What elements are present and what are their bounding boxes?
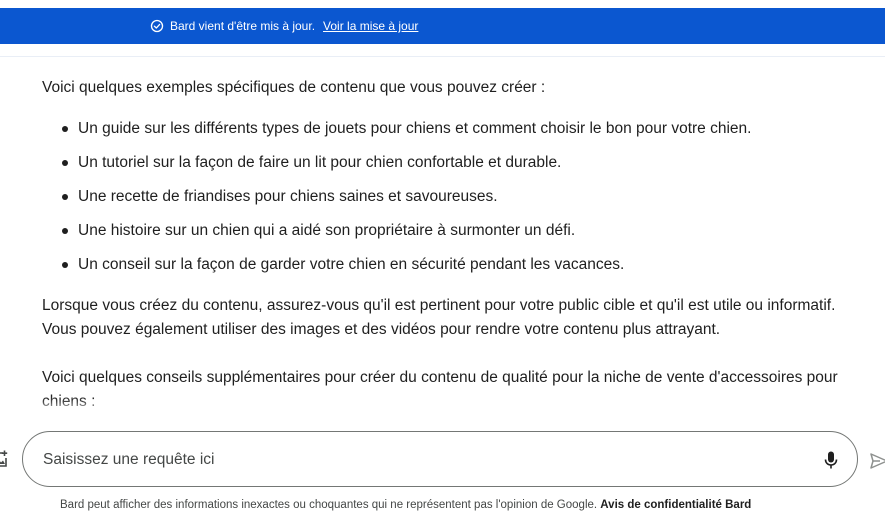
paragraph-tips: Voici quelques conseils supplémentaires … [42, 369, 838, 410]
list-item: Une recette de friandises pour chiens sa… [42, 180, 862, 214]
list-item: Un conseil sur la façon de garder votre … [42, 248, 862, 282]
check-circle-icon [150, 19, 164, 33]
list-item: Une histoire sur un chien qui a aidé son… [42, 214, 862, 248]
disclaimer-text: Bard peut afficher des informations inex… [60, 499, 598, 511]
prompt-input[interactable]: Saisissez une requête ici [22, 431, 858, 487]
update-banner: Bard vient d'être mis à jour. Voir la mi… [0, 8, 885, 44]
paragraph-relevance: Lorsque vous créez du contenu, assurez-v… [42, 297, 836, 338]
intro-text: Voici quelques exemples spécifiques de c… [42, 79, 546, 96]
header-divider [0, 56, 885, 57]
top-strip [0, 0, 885, 8]
list-item: Un guide sur les différents types de jou… [42, 112, 862, 146]
view-update-link[interactable]: Voir la mise à jour [323, 19, 418, 33]
list-item: Un tutoriel sur la façon de faire un lit… [42, 146, 862, 180]
disclaimer-footer: Bard peut afficher des informations inex… [60, 499, 751, 511]
add-image-icon[interactable] [0, 450, 8, 468]
microphone-icon[interactable] [821, 450, 841, 470]
banner-message: Bard vient d'être mis à jour. [170, 19, 316, 33]
send-icon[interactable] [870, 452, 885, 470]
prompt-placeholder[interactable]: Saisissez une requête ici [43, 432, 214, 488]
example-list: Un guide sur les différents types de jou… [42, 112, 862, 282]
response-content: Voici quelques exemples spécifiques de c… [42, 76, 862, 414]
privacy-link[interactable]: Avis de confidentialité Bard [600, 499, 751, 511]
